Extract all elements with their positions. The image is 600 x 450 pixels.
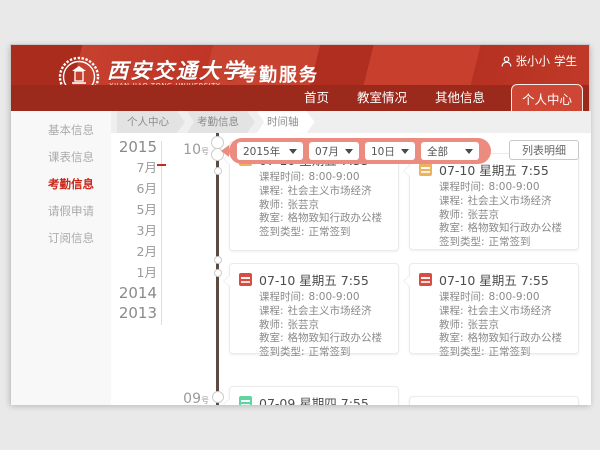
card-field: 教室:格物致知行政办公楼 — [439, 332, 570, 346]
attendance-card: 07-10 星期五 7:55 课程时间:8:00-9:00 课程:社会主义市场经… — [229, 263, 399, 354]
day-select[interactable]: 10日 — [365, 142, 415, 160]
breadcrumb-timeline[interactable]: 时间轴 — [257, 111, 315, 133]
card-field: 教室:格物致知行政办公楼 — [259, 212, 390, 226]
period-2013[interactable]: 2013 — [111, 303, 157, 323]
card-field: 课程时间:8:00-9:00 — [439, 181, 570, 195]
sidebar: 基本信息 课表信息 考勤信息 请假申请 订阅信息 — [11, 111, 111, 405]
list-detail-button[interactable]: 列表明细 — [509, 140, 579, 160]
card-field: 教室:格物致知行政办公楼 — [439, 222, 570, 236]
sidebar-item-leave-request[interactable]: 请假申请 — [11, 198, 111, 225]
attendance-card: 07-09 星期四 7:55 — [229, 386, 399, 405]
nav-personal-center[interactable]: 个人中心 — [511, 84, 583, 111]
timeline-view: 2015 7月 6月 5月 3月 2月 1月 2014 2013 10号 09号 — [111, 133, 591, 405]
user-role: 学生 — [554, 53, 577, 69]
period-may[interactable]: 5月 — [111, 199, 157, 220]
chevron-down-icon — [345, 149, 353, 154]
period-jul[interactable]: 7月 — [111, 157, 157, 178]
month-select[interactable]: 07月 — [309, 142, 359, 160]
period-list: 2015 7月 6月 5月 3月 2月 1月 2014 2013 — [111, 137, 157, 323]
card-field: 教师:张芸京 — [259, 319, 390, 333]
period-feb[interactable]: 2月 — [111, 241, 157, 262]
card-field: 课程:社会主义市场经济 — [259, 305, 390, 319]
filter-bar: 2015年 07月 10日 全部 — [229, 138, 491, 164]
scope-select[interactable]: 全部 — [421, 142, 479, 160]
card-field: 课程:社会主义市场经济 — [439, 195, 570, 209]
calendar-icon — [239, 273, 252, 286]
card-field: 教师:张芸京 — [439, 209, 570, 223]
main-nav: 首页 教室情况 其他信息 个人中心 — [11, 85, 589, 111]
period-mar[interactable]: 3月 — [111, 220, 157, 241]
attendance-card: 07-10 星期五 7:55 课程时间:8:00-9:00 课程:社会主义市场经… — [409, 153, 579, 250]
card-field: 教室:格物致知行政办公楼 — [259, 332, 390, 346]
day-marker-10: 10号 — [169, 139, 209, 158]
sidebar-item-basic-info[interactable]: 基本信息 — [11, 117, 111, 144]
card-field: 课程时间:8:00-9:00 — [259, 171, 390, 185]
period-2015[interactable]: 2015 — [111, 137, 157, 157]
university-name-cn: 西安交通大学 — [107, 55, 245, 85]
attendance-card-peek — [409, 396, 579, 405]
chevron-down-icon — [401, 149, 409, 154]
sidebar-item-timetable[interactable]: 课表信息 — [11, 144, 111, 171]
nav-home[interactable]: 首页 — [304, 85, 329, 111]
calendar-icon — [239, 396, 252, 406]
card-field: 教师:张芸京 — [259, 199, 390, 213]
card-field: 签到类型:正常签到 — [259, 346, 390, 360]
card-field: 课程时间:8:00-9:00 — [439, 291, 570, 305]
sidebar-item-subscription[interactable]: 订阅信息 — [11, 225, 111, 252]
card-field: 签到类型:正常签到 — [259, 226, 390, 240]
card-field: 课程时间:8:00-9:00 — [259, 291, 390, 305]
breadcrumb-personal-center[interactable]: 个人中心 — [117, 111, 185, 133]
period-jan[interactable]: 1月 — [111, 262, 157, 283]
period-divider — [161, 141, 162, 325]
card-date-title: 07-10 星期五 7:55 — [259, 270, 369, 289]
year-select[interactable]: 2015年 — [237, 142, 303, 160]
period-jun[interactable]: 6月 — [111, 178, 157, 199]
attendance-card: 07-10 星期五 7:55 课程时间:8:00-9:00 课程:社会主义市场经… — [409, 263, 579, 354]
timeline-node — [212, 391, 224, 403]
card-field: 课程:社会主义市场经济 — [439, 305, 570, 319]
card-date-title: 07-10 星期五 7:55 — [439, 270, 549, 289]
app-window: 西安交通大学 XI'AN JIAO TONG UNIVERSITY 考勤服务 张… — [10, 44, 590, 404]
period-2014[interactable]: 2014 — [111, 283, 157, 303]
app-header: 西安交通大学 XI'AN JIAO TONG UNIVERSITY 考勤服务 张… — [11, 45, 589, 111]
timeline-node — [214, 256, 222, 264]
nav-other-info[interactable]: 其他信息 — [435, 85, 485, 111]
chevron-down-icon — [465, 149, 473, 154]
day-marker-09: 09号 — [169, 388, 209, 405]
chevron-down-icon — [289, 149, 297, 154]
breadcrumb-attendance[interactable]: 考勤信息 — [187, 111, 255, 133]
card-field: 课程:社会主义市场经济 — [259, 185, 390, 199]
card-date-title: 07-09 星期四 7:55 — [259, 393, 369, 406]
user-info[interactable]: 张小小 学生 — [501, 53, 578, 69]
nav-classrooms[interactable]: 教室情况 — [357, 85, 407, 111]
calendar-icon — [419, 273, 432, 286]
user-name: 张小小 — [516, 53, 551, 69]
current-month-marker — [157, 164, 166, 166]
breadcrumb: 个人中心 考勤信息 时间轴 — [111, 111, 591, 133]
timeline-node — [214, 269, 222, 277]
app-title: 考勤服务 — [239, 61, 319, 87]
card-field: 签到类型:正常签到 — [439, 236, 570, 250]
card-field: 教师:张芸京 — [439, 319, 570, 333]
calendar-icon — [419, 163, 432, 176]
timeline-node — [214, 167, 222, 175]
page: 西安交通大学 XI'AN JIAO TONG UNIVERSITY 考勤服务 张… — [0, 0, 600, 450]
user-icon — [501, 56, 512, 67]
card-field: 签到类型:正常签到 — [439, 346, 570, 360]
sidebar-item-attendance[interactable]: 考勤信息 — [11, 171, 111, 198]
